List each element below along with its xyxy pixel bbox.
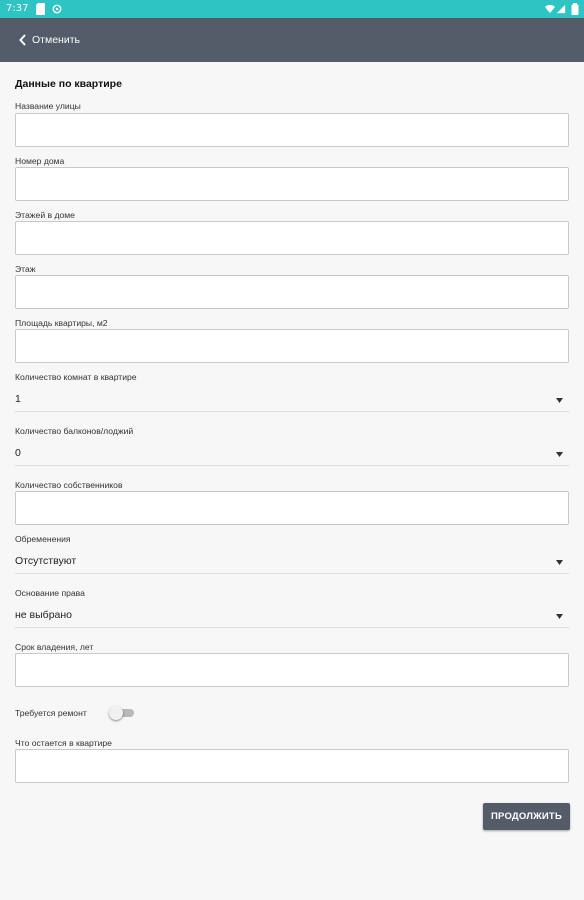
balconies-select[interactable]: 0: [15, 444, 569, 466]
owners-field: [15, 491, 569, 525]
house-number-label: Номер дома: [15, 156, 65, 166]
street-field: [15, 113, 569, 147]
cancel-button[interactable]: Отменить: [18, 30, 80, 50]
remaining-items-input[interactable]: [16, 750, 568, 782]
sync-icon: [52, 4, 62, 14]
ownership-basis-value: не выбрано: [15, 609, 73, 621]
ownership-basis-label: Основание права: [15, 588, 85, 598]
remaining-items-field: [15, 749, 569, 783]
ownership-term-field: [15, 653, 569, 687]
cancel-label: Отменить: [32, 34, 80, 46]
status-bar: 7:37: [0, 0, 584, 18]
street-label: Название улицы: [15, 101, 81, 111]
continue-button[interactable]: ПРОДОЛЖИТЬ: [483, 803, 570, 830]
house-number-field: [15, 167, 569, 201]
rooms-select[interactable]: 1: [15, 390, 569, 412]
dropdown-arrow-icon: [556, 452, 563, 457]
balconies-label: Количество балконов/лоджий: [15, 426, 134, 436]
ownership-term-input[interactable]: [16, 654, 568, 686]
repair-needed-label: Требуется ремонт: [15, 708, 87, 718]
dropdown-arrow-icon: [556, 398, 563, 403]
floors-in-house-field: [15, 221, 569, 255]
remaining-items-label: Что остается в квартире: [15, 738, 112, 748]
sd-card-icon: [36, 3, 45, 15]
dropdown-arrow-icon: [556, 560, 563, 565]
area-field: [15, 329, 569, 363]
balconies-value: 0: [15, 447, 21, 459]
floors-in-house-input[interactable]: [16, 222, 568, 254]
battery-icon: [571, 3, 579, 15]
area-input[interactable]: [16, 330, 568, 362]
floor-input[interactable]: [16, 276, 568, 308]
ownership-term-label: Срок владения, лет: [15, 642, 94, 652]
status-time: 7:37: [6, 3, 29, 14]
wifi-icon: [545, 4, 555, 14]
floors-in-house-label: Этажей в доме: [15, 210, 75, 220]
rooms-label: Количество комнат в квартире: [15, 372, 137, 382]
chevron-left-icon: [19, 34, 26, 46]
repair-needed-toggle[interactable]: [109, 706, 135, 720]
encumbrances-label: Обременения: [15, 534, 71, 544]
dropdown-arrow-icon: [556, 614, 563, 619]
encumbrances-select[interactable]: Отсутствуют: [15, 552, 569, 574]
toggle-thumb: [109, 706, 123, 720]
encumbrances-value: Отсутствуют: [15, 555, 77, 567]
section-title: Данные по квартире: [15, 78, 122, 90]
owners-label: Количество собственников: [15, 480, 123, 490]
rooms-value: 1: [15, 393, 21, 405]
floor-label: Этаж: [15, 264, 36, 274]
area-label: Площадь квартиры, м2: [15, 318, 108, 328]
house-number-input[interactable]: [16, 168, 568, 200]
signal-icon: [556, 4, 566, 14]
floor-field: [15, 275, 569, 309]
ownership-basis-select[interactable]: не выбрано: [15, 606, 569, 628]
street-input[interactable]: [16, 114, 568, 146]
app-bar: Отменить: [0, 18, 584, 62]
owners-input[interactable]: [16, 492, 568, 524]
